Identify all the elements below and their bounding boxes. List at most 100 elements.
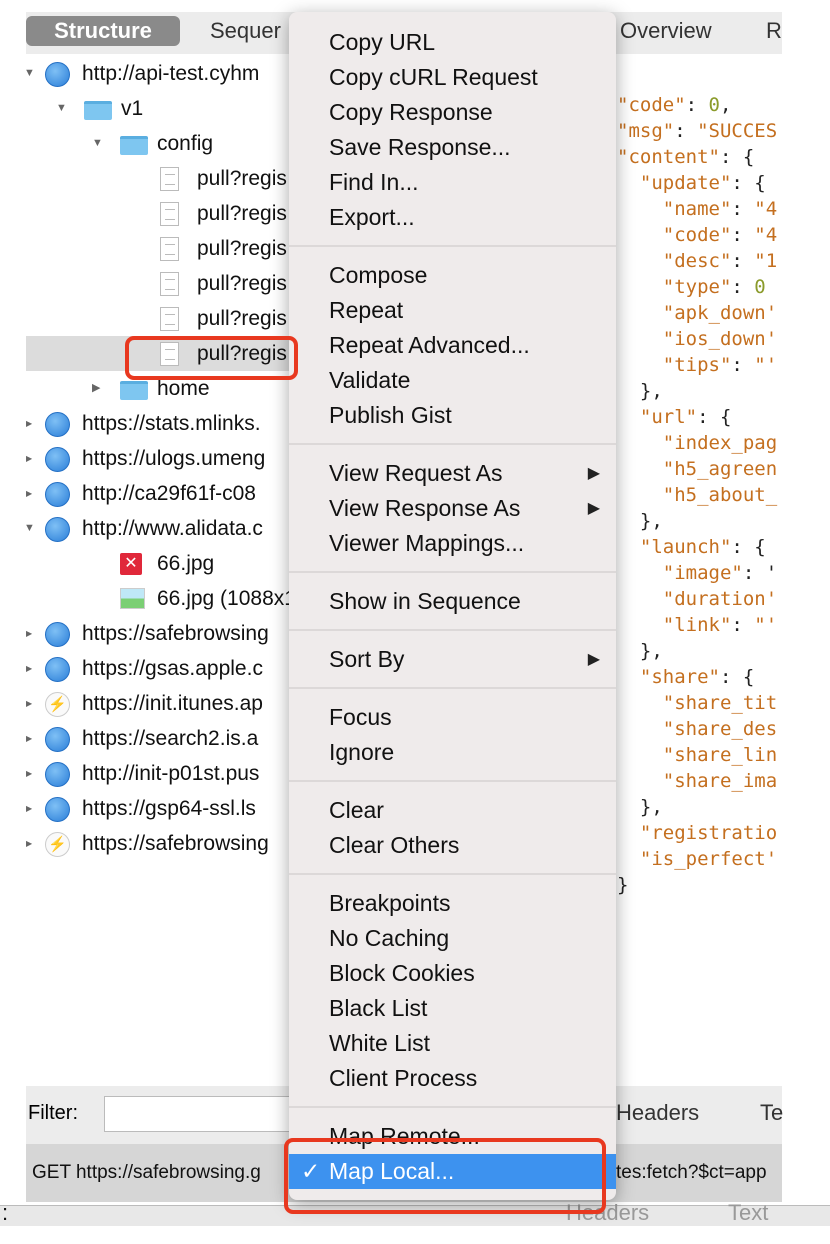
tree-row-label: https://safebrowsing — [82, 832, 269, 855]
menu-item-compose[interactable]: Compose — [289, 258, 616, 293]
tree-row[interactable]: pull?regis — [26, 161, 296, 196]
tree-row[interactable]: ▶ https://gsas.apple.c — [26, 651, 296, 686]
json-token: : { — [731, 536, 766, 558]
disclosure-expanded-icon[interactable]: ▼ — [26, 56, 35, 91]
json-token: : — [731, 250, 755, 272]
menu-item-export[interactable]: Export... — [289, 200, 616, 235]
menu-item-view-request-as[interactable]: View Request As ▶ — [289, 456, 616, 491]
bottom-tab-text[interactable]: Text — [728, 1200, 768, 1226]
menu-item-validate[interactable]: Validate — [289, 363, 616, 398]
menu-item-label: Compose — [329, 262, 428, 288]
menu-item-client-process[interactable]: Client Process — [289, 1061, 616, 1096]
menu-item-black-list[interactable]: Black List — [289, 991, 616, 1026]
filter-input[interactable] — [104, 1096, 304, 1132]
disclosure-collapsed-icon[interactable]: ▶ — [26, 686, 32, 721]
tree-row[interactable]: ▶ https://ulogs.umeng — [26, 441, 296, 476]
json-token: : { — [697, 406, 732, 428]
menu-item-breakpoints[interactable]: Breakpoints — [289, 886, 616, 921]
disclosure-collapsed-icon[interactable]: ▶ — [26, 756, 32, 791]
tree-row[interactable]: ▶ https://safebrowsing — [26, 616, 296, 651]
menu-item-block-cookies[interactable]: Block Cookies — [289, 956, 616, 991]
tree-row[interactable]: pull?regis — [26, 266, 296, 301]
filter-label: Filter: — [28, 1102, 78, 1124]
menu-item-label: Copy cURL Request — [329, 64, 538, 90]
menu-item-publish-gist[interactable]: Publish Gist — [289, 398, 616, 433]
json-line: "duration' — [617, 586, 777, 612]
tree-row[interactable]: 66.jpg (1088x11 — [26, 581, 296, 616]
tab-overview[interactable]: Overview — [620, 16, 712, 46]
json-token: "SUCCES — [697, 120, 778, 142]
tab-text[interactable]: Te — [760, 1100, 783, 1126]
tab-sequence[interactable]: Sequer — [210, 16, 281, 46]
json-token: "h5_agreen — [662, 458, 778, 480]
menu-item-show-in-sequence[interactable]: Show in Sequence — [289, 584, 616, 619]
tab-structure[interactable]: Structure — [26, 16, 180, 46]
json-token: 0 — [708, 94, 720, 116]
json-line: "url": { — [617, 404, 777, 430]
tree-row[interactable]: pull?regis — [26, 301, 296, 336]
tree-row-label: http://www.alidata.c — [82, 517, 263, 540]
menu-item-save-response[interactable]: Save Response... — [289, 130, 616, 165]
menu-item-copy-response[interactable]: Copy Response — [289, 95, 616, 130]
json-token: "' — [754, 354, 778, 376]
menu-item-copy-curl-request[interactable]: Copy cURL Request — [289, 60, 616, 95]
tree-row[interactable]: ▶ https://gsp64-ssl.ls — [26, 791, 296, 826]
menu-item-repeat-advanced[interactable]: Repeat Advanced... — [289, 328, 616, 363]
disclosure-expanded-icon[interactable]: ▼ — [56, 91, 67, 126]
json-token: }, — [617, 510, 663, 532]
disclosure-expanded-icon[interactable]: ▼ — [92, 126, 103, 161]
json-token: "share_lin — [662, 744, 778, 766]
disclosure-collapsed-icon[interactable]: ▶ — [26, 476, 32, 511]
disclosure-collapsed-icon[interactable]: ▶ — [26, 651, 32, 686]
disclosure-collapsed-icon[interactable]: ▶ — [26, 826, 32, 861]
menu-item-repeat[interactable]: Repeat — [289, 293, 616, 328]
menu-item-label: Repeat Advanced... — [329, 332, 530, 358]
menu-item-no-caching[interactable]: No Caching — [289, 921, 616, 956]
disclosure-expanded-icon[interactable]: ▼ — [26, 511, 35, 546]
tree-row[interactable]: ▶ https://stats.mlinks. — [26, 406, 296, 441]
disclosure-collapsed-icon[interactable]: ▶ — [26, 441, 32, 476]
tree-row-label: https://gsas.apple.c — [82, 657, 263, 680]
json-token: "4 — [754, 224, 778, 246]
menu-item-copy-url[interactable]: Copy URL — [289, 25, 616, 60]
tree-row[interactable]: ▼ http://api-test.cyhm — [26, 56, 296, 91]
menu-item-label: Save Response... — [329, 134, 511, 160]
menu-item-ignore[interactable]: Ignore — [289, 735, 616, 770]
tree-row[interactable]: ▼ v1 — [26, 91, 296, 126]
json-token: "image" — [662, 562, 743, 584]
disclosure-collapsed-icon[interactable]: ▶ — [26, 616, 32, 651]
tree-row[interactable]: ▶ ⚡ https://init.itunes.ap — [26, 686, 296, 721]
disclosure-collapsed-icon[interactable]: ▶ — [26, 406, 32, 441]
json-token: "ios_down' — [662, 328, 778, 350]
tab-r[interactable]: R — [766, 16, 782, 46]
error-image-icon: ✕ — [120, 553, 142, 575]
disclosure-collapsed-icon[interactable]: ▶ — [26, 721, 32, 756]
disclosure-collapsed-icon[interactable]: ▶ — [92, 371, 100, 406]
tree-row[interactable]: ▶ https://search2.is.a — [26, 721, 296, 756]
tree-row[interactable]: ✕ 66.jpg — [26, 546, 296, 581]
tree-row[interactable]: ▶ http://ca29f61f-c08 — [26, 476, 296, 511]
menu-item-viewer-mappings[interactable]: Viewer Mappings... — [289, 526, 616, 561]
tree-row-label: https://init.itunes.ap — [82, 692, 263, 715]
tab-headers[interactable]: Headers — [616, 1100, 699, 1126]
tree-row[interactable]: ▶ http://init-p01st.pus — [26, 756, 296, 791]
tree-row[interactable]: pull?regis — [26, 196, 296, 231]
tree-row-label: https://ulogs.umeng — [82, 447, 266, 470]
menu-item-find-in[interactable]: Find In... — [289, 165, 616, 200]
tree-row[interactable]: ▼ http://www.alidata.c — [26, 511, 296, 546]
menu-item-sort-by[interactable]: Sort By ▶ — [289, 642, 616, 677]
tree-row[interactable]: ▶ ⚡ https://safebrowsing — [26, 826, 296, 861]
menu-item-view-response-as[interactable]: View Response As ▶ — [289, 491, 616, 526]
tree-row[interactable]: pull?regis — [26, 231, 296, 266]
menu-item-white-list[interactable]: White List — [289, 1026, 616, 1061]
json-line: "h5_about_ — [617, 482, 777, 508]
tree-row[interactable]: ▼ config — [26, 126, 296, 161]
menu-item-clear-others[interactable]: Clear Others — [289, 828, 616, 863]
disclosure-collapsed-icon[interactable]: ▶ — [26, 791, 32, 826]
menu-item-focus[interactable]: Focus — [289, 700, 616, 735]
menu-item-clear[interactable]: Clear — [289, 793, 616, 828]
